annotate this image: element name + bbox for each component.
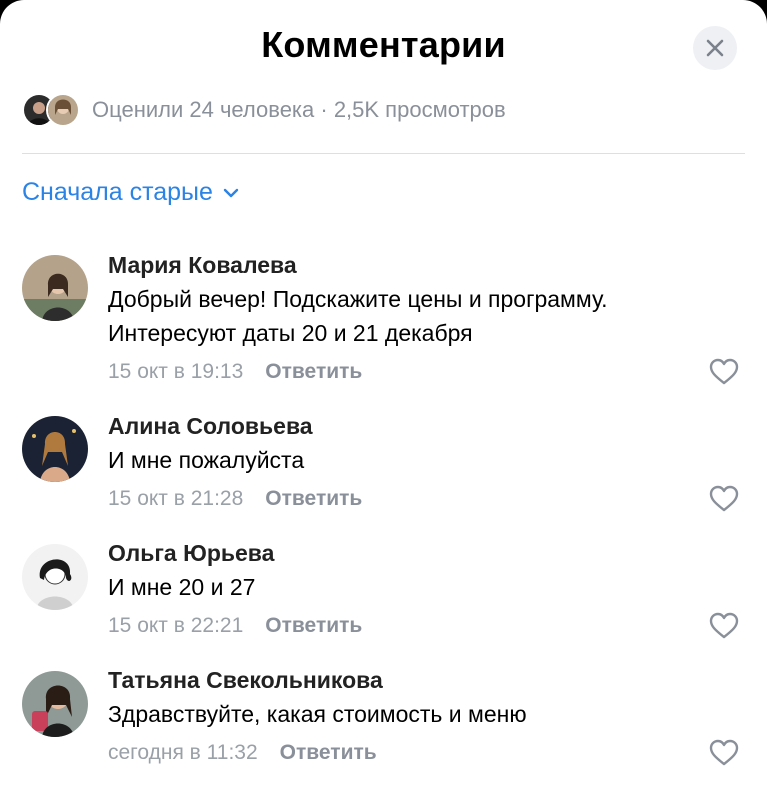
likes-summary[interactable]: Оценили 24 человека · 2,5K просмотров (22, 92, 506, 128)
comment-author[interactable]: Ольга Юрьева (108, 538, 707, 568)
comment-text: И мне 20 и 27 (108, 574, 256, 600)
comment-time: 15 окт в 21:28 (108, 487, 244, 510)
avatar[interactable] (22, 416, 88, 482)
close-button[interactable] (693, 26, 737, 70)
chevron-down-icon (223, 188, 239, 197)
comment-time: сегодня в 11:32 (108, 741, 258, 764)
heart-icon[interactable] (709, 358, 739, 386)
reply-button[interactable]: Ответить (265, 358, 362, 386)
likes-views-stats: Оценили 24 человека · 2,5K просмотров (92, 97, 506, 122)
close-icon (706, 39, 724, 57)
divider (22, 153, 745, 154)
comment-author[interactable]: Татьяна Свекольникова (108, 665, 707, 695)
liker-avatar (46, 93, 80, 127)
avatar[interactable] (22, 671, 88, 737)
comment-author[interactable]: Алина Соловьева (108, 411, 707, 441)
comment-text: Здравствуйте, какая стоимость и меню (108, 701, 527, 727)
heart-icon[interactable] (709, 739, 739, 767)
comments-sheet: Комментарии Оценили 24 человека · 2,5K п… (0, 0, 767, 800)
sort-label: Сначала старые (22, 178, 213, 206)
comment-time: 15 окт в 19:13 (108, 360, 244, 383)
reply-button[interactable]: Ответить (280, 739, 377, 767)
avatar[interactable] (22, 255, 88, 321)
comment-text: Добрый вечер! Подскажите цены и программ… (108, 286, 608, 346)
comment-text: И мне пожалуйста (108, 447, 305, 473)
heart-icon[interactable] (709, 485, 739, 513)
reply-button[interactable]: Ответить (265, 485, 362, 513)
page-title: Комментарии (261, 24, 506, 65)
sort-dropdown[interactable]: Сначала старые (22, 178, 239, 207)
reply-button[interactable]: Ответить (265, 612, 362, 640)
comment-author[interactable]: Мария Ковалева (108, 250, 707, 280)
avatar[interactable] (22, 544, 88, 610)
comment-time: 15 окт в 22:21 (108, 614, 244, 637)
heart-icon[interactable] (709, 612, 739, 640)
